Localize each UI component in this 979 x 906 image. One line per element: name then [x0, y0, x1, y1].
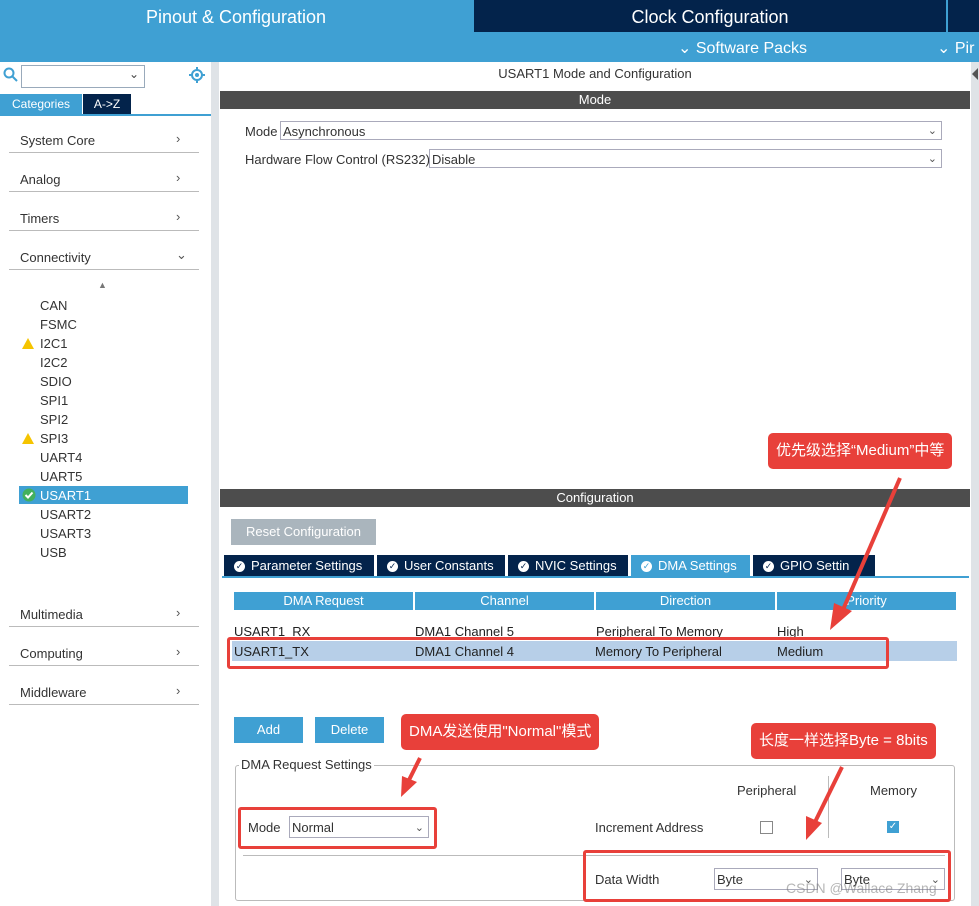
warning-icon [22, 433, 34, 444]
search-input[interactable]: ⌄ [21, 65, 145, 88]
chevron-down-icon: ⌄ [927, 125, 937, 137]
category-system-core[interactable]: System Core [20, 133, 95, 148]
chevron-down-icon: ⌄ [128, 67, 139, 81]
peripheral-column-label: Peripheral [737, 783, 797, 798]
add-button[interactable]: Add [234, 717, 303, 743]
list-item-spi1[interactable]: SPI1 [40, 393, 68, 408]
category-analog[interactable]: Analog [20, 172, 60, 187]
column-divider [828, 776, 829, 838]
chevron-down-icon: ⌄ [678, 40, 692, 57]
column-header-channel[interactable]: Channel [415, 592, 594, 610]
tab-clock-configuration[interactable]: Clock Configuration [474, 0, 946, 32]
configuration-header: Configuration [220, 489, 970, 507]
category-connectivity[interactable]: Connectivity [20, 250, 91, 265]
annotation-mode-box [238, 807, 437, 849]
pinout-menu[interactable]: ⌄ Pir [937, 38, 974, 58]
list-item-uart4[interactable]: UART4 [40, 450, 82, 465]
check-circle-icon [22, 488, 36, 502]
list-item-uart5[interactable]: UART5 [40, 469, 82, 484]
sub-toolbar: ⌄ Software Packs ⌄ Pir [0, 32, 979, 62]
reset-configuration-button[interactable]: Reset Configuration [231, 519, 376, 545]
collapse-arrow-icon[interactable] [972, 68, 978, 80]
memory-column-label: Memory [870, 783, 917, 798]
chevron-right-icon: › [176, 131, 181, 146]
dma-request-settings-title: DMA Request Settings [239, 757, 374, 772]
chevron-down-icon: ⌄ [937, 40, 951, 57]
mode-label: Mode [245, 124, 278, 139]
tab-parameter-settings[interactable]: ✓ Parameter Settings [224, 555, 374, 576]
chevron-right-icon: › [176, 170, 181, 185]
chevron-right-icon: › [176, 644, 181, 659]
left-panel [0, 62, 211, 906]
right-scrollbar[interactable] [971, 62, 979, 906]
mode-panel-title: USART1 Mode and Configuration [498, 66, 692, 81]
memory-increment-checkbox[interactable]: ✓ [887, 821, 899, 833]
check-icon: ✓ [641, 561, 652, 573]
chevron-down-icon: ⌄ [176, 247, 187, 262]
hw-flow-control-label: Hardware Flow Control (RS232) [245, 152, 430, 167]
list-item-i2c2[interactable]: I2C2 [40, 355, 67, 370]
annotation-row-box [227, 637, 889, 669]
chevron-right-icon: › [176, 683, 181, 698]
list-item-usart2[interactable]: USART2 [40, 507, 91, 522]
search-icon[interactable] [3, 67, 19, 83]
tab-gpio-settings[interactable]: ✓ GPIO Settin [753, 555, 875, 576]
tab-dma-settings[interactable]: ✓ DMA Settings [631, 555, 750, 576]
category-computing[interactable]: Computing [20, 646, 83, 661]
delete-button[interactable]: Delete [315, 717, 384, 743]
category-multimedia[interactable]: Multimedia [20, 607, 83, 622]
list-item-i2c1[interactable]: I2C1 [40, 336, 67, 351]
tab-a-z[interactable]: A->Z [83, 94, 131, 114]
check-icon: ✓ [387, 561, 398, 573]
list-item-usart3[interactable]: USART3 [40, 526, 91, 541]
check-icon: ✓ [518, 561, 529, 573]
tab-pinout-view[interactable] [948, 0, 979, 32]
peripheral-increment-checkbox[interactable] [760, 821, 773, 834]
software-packs-menu[interactable]: ⌄ Software Packs [678, 38, 807, 58]
sort-icon[interactable]: ▲ [98, 280, 107, 290]
list-item-sdio[interactable]: SDIO [40, 374, 72, 389]
panel-splitter[interactable] [211, 62, 219, 906]
gear-icon[interactable] [188, 66, 206, 84]
check-icon: ✓ [234, 561, 245, 573]
category-timers[interactable]: Timers [20, 211, 59, 226]
column-header-dma-request[interactable]: DMA Request [234, 592, 413, 610]
mode-header: Mode [220, 91, 970, 109]
chevron-down-icon: ⌄ [927, 153, 937, 165]
hw-flow-control-select[interactable]: Disable ⌄ [429, 149, 942, 168]
annotation-mode-callout: DMA发送使用"Normal"模式 [401, 714, 600, 750]
increment-address-label: Increment Address [595, 820, 704, 835]
tab-categories[interactable]: Categories [0, 94, 82, 114]
list-item-spi3[interactable]: SPI3 [40, 431, 68, 446]
tab-pinout-configuration[interactable]: Pinout & Configuration [0, 0, 472, 32]
chevron-right-icon: › [176, 209, 181, 224]
tab-underline [222, 576, 969, 578]
annotation-priority-callout: 优先级选择“Medium”中等 [768, 433, 953, 469]
list-item-fsmc[interactable]: FSMC [40, 317, 77, 332]
list-item-usart1[interactable]: USART1 [40, 488, 91, 503]
list-item-spi2[interactable]: SPI2 [40, 412, 68, 427]
tab-underline [0, 114, 211, 116]
list-item-can[interactable]: CAN [40, 298, 67, 313]
column-header-priority[interactable]: Priority [777, 592, 956, 610]
tab-nvic-settings[interactable]: ✓ NVIC Settings [508, 555, 628, 576]
tab-user-constants[interactable]: ✓ User Constants [377, 555, 505, 576]
annotation-width-callout: 长度一样选择Byte = 8bits [751, 723, 936, 759]
check-icon: ✓ [763, 561, 774, 573]
watermark: CSDN @Wallace Zhang [786, 880, 937, 896]
list-item-usb[interactable]: USB [40, 545, 67, 560]
category-middleware[interactable]: Middleware [20, 685, 86, 700]
warning-icon [22, 338, 34, 349]
mode-select[interactable]: Asynchronous ⌄ [280, 121, 942, 140]
chevron-right-icon: › [176, 605, 181, 620]
column-header-direction[interactable]: Direction [596, 592, 775, 610]
